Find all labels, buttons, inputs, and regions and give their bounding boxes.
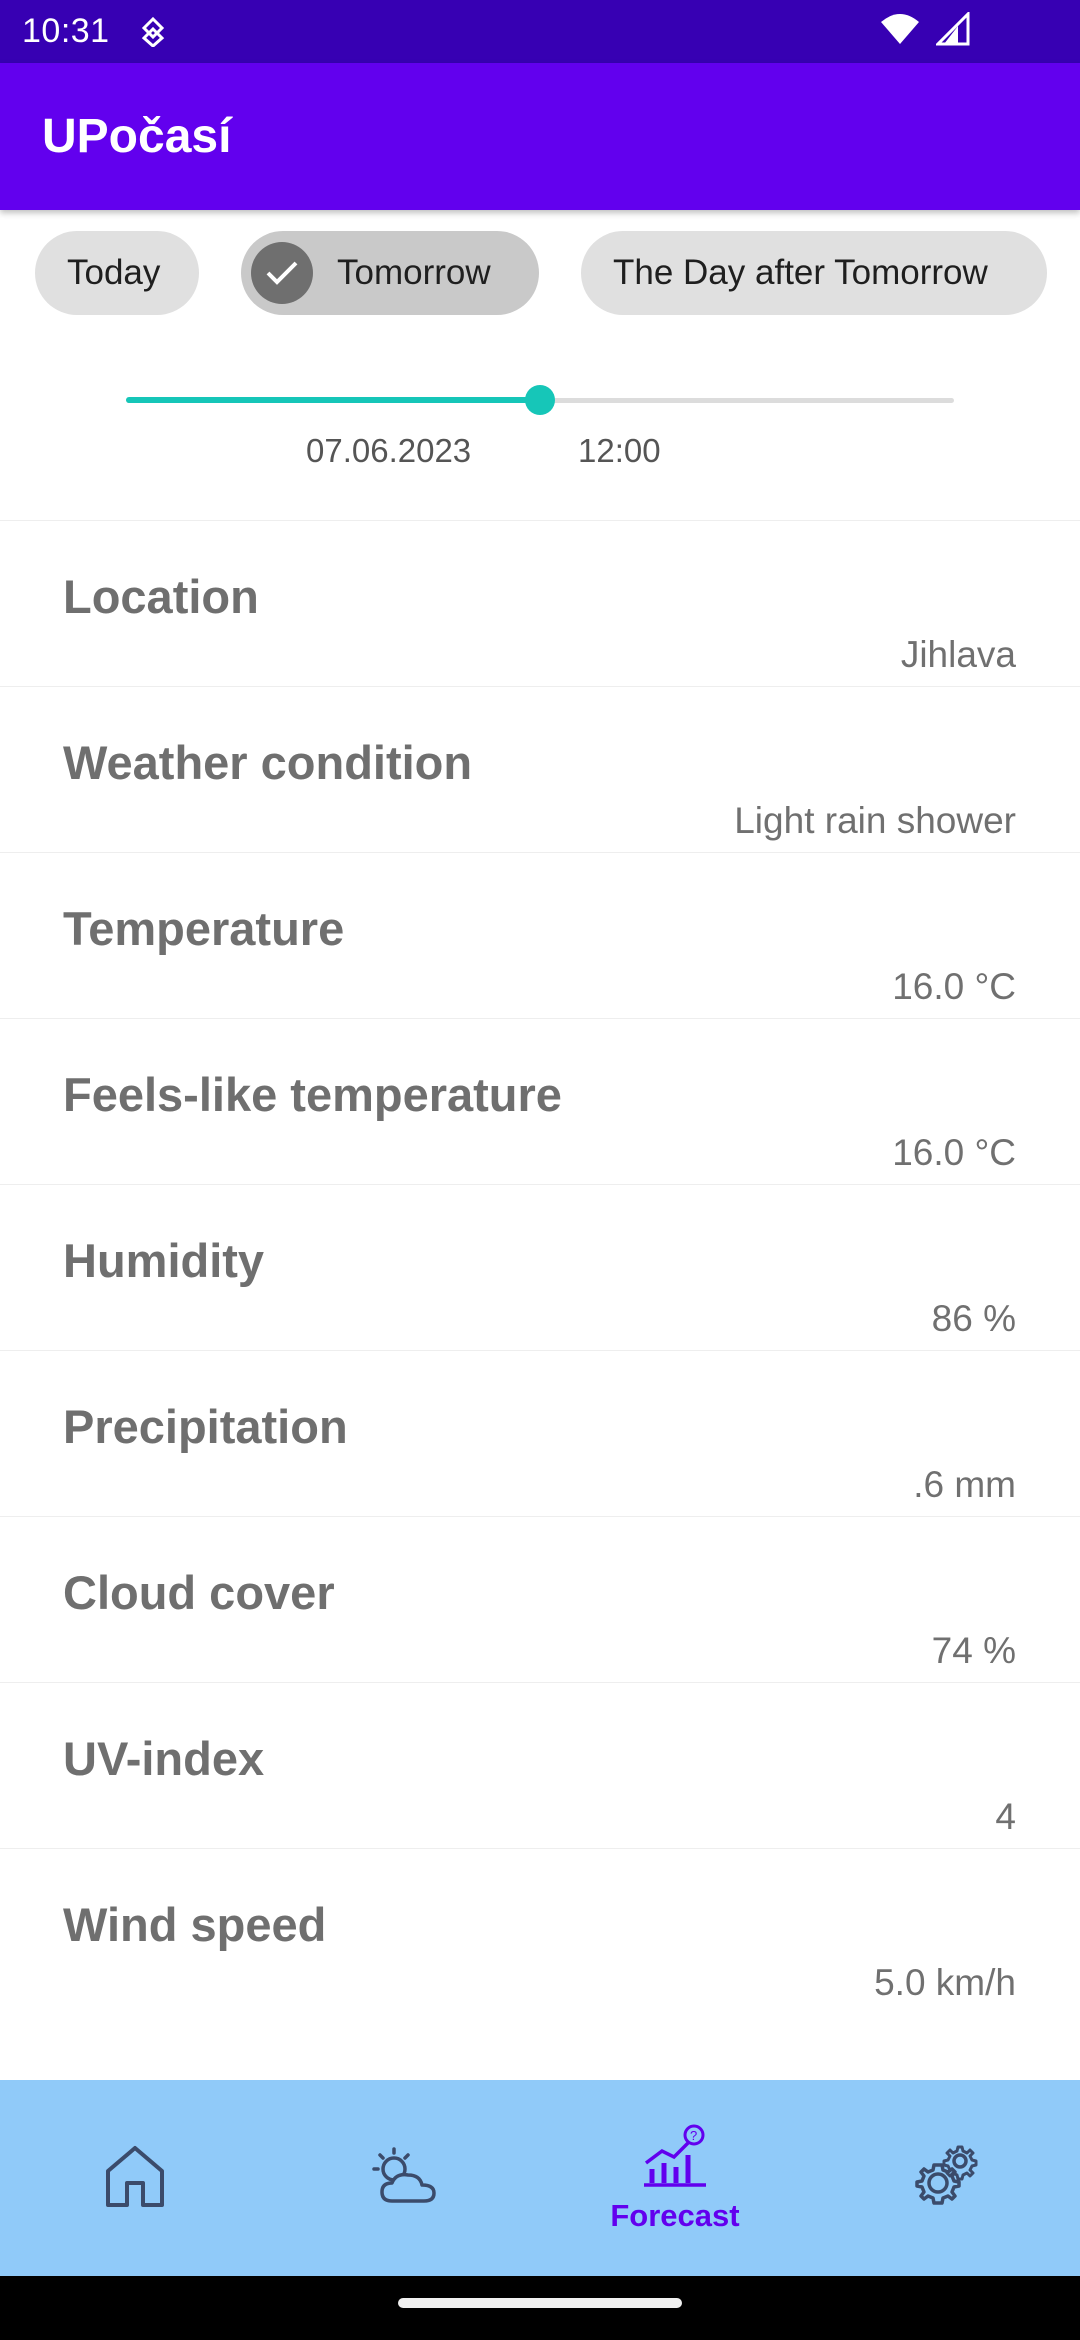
- nav-item-forecast[interactable]: ? Forecast: [540, 2080, 810, 2276]
- row-label: Location: [63, 570, 259, 623]
- row-label: Feels-like temperature: [63, 1068, 562, 1121]
- list-item: Location Jihlava: [0, 520, 1080, 686]
- row-value: 16.0 °C: [892, 966, 1016, 1007]
- wifi-icon: [880, 12, 920, 55]
- row-value: .6 mm: [913, 1464, 1016, 1505]
- row-value: Light rain shower: [734, 800, 1016, 841]
- row-value: 5.0 km/h: [874, 1962, 1016, 2003]
- home-gesture-handle[interactable]: [398, 2298, 682, 2308]
- partly-cloudy-icon: [370, 2145, 440, 2212]
- status-bar: 10:31: [0, 0, 1080, 63]
- row-value: 74 %: [931, 1630, 1016, 1671]
- list-item: UV-index 4: [0, 1682, 1080, 1848]
- row-label: Precipitation: [63, 1400, 348, 1453]
- home-icon: [103, 2143, 167, 2214]
- row-label: Humidity: [63, 1234, 265, 1287]
- list-item: Cloud cover 74 %: [0, 1516, 1080, 1682]
- row-value: 86 %: [931, 1298, 1016, 1339]
- nav-item-forecast-label: Forecast: [610, 2197, 740, 2233]
- app-bar: UPočasí: [0, 63, 1080, 210]
- sync-notification-icon: [140, 16, 166, 47]
- cellular-signal-icon: [934, 10, 970, 55]
- slider-fill: [126, 397, 540, 403]
- check-icon: [251, 242, 313, 304]
- list-item: Precipitation .6 mm: [0, 1350, 1080, 1516]
- row-label: UV-index: [63, 1732, 265, 1785]
- gesture-navigation-bar: [0, 2276, 1080, 2340]
- chip-tomorrow-label: Tomorrow: [337, 253, 491, 292]
- row-value: 16.0 °C: [892, 1132, 1016, 1173]
- list-item: Humidity 86 %: [0, 1184, 1080, 1350]
- list-item: Feels-like temperature 16.0 °C: [0, 1018, 1080, 1184]
- day-chip-group: Today Tomorrow The Day after Tomorrow: [35, 231, 1047, 315]
- app-title: UPočasí: [42, 110, 232, 163]
- list-item: Weather condition Light rain shower: [0, 686, 1080, 852]
- bottom-navigation: ? Forecast: [0, 2080, 1080, 2276]
- list-item: Wind speed 5.0 km/h: [0, 1848, 1080, 2014]
- slider-thumb[interactable]: [525, 385, 555, 415]
- chip-day-after-tomorrow-label: The Day after Tomorrow: [613, 253, 988, 292]
- chip-today-label: Today: [67, 253, 161, 292]
- time-slider[interactable]: [126, 380, 954, 420]
- chip-tomorrow[interactable]: Tomorrow: [241, 231, 539, 315]
- nav-item-current-weather[interactable]: [270, 2080, 540, 2276]
- status-time: 10:31: [22, 12, 110, 50]
- row-label: Temperature: [63, 902, 345, 955]
- nav-item-home[interactable]: [0, 2080, 270, 2276]
- slider-time: 12:00: [578, 432, 661, 469]
- weather-details-list: Location Jihlava Weather condition Light…: [0, 520, 1080, 2014]
- list-item: Temperature 16.0 °C: [0, 852, 1080, 1018]
- svg-text:?: ?: [690, 2128, 697, 2143]
- row-label: Weather condition: [63, 736, 473, 789]
- chip-today[interactable]: Today: [35, 231, 199, 315]
- forecast-chart-icon: ?: [642, 2123, 708, 2192]
- row-label: Cloud cover: [63, 1566, 335, 1619]
- row-value: Jihlava: [900, 634, 1016, 675]
- settings-gear-icon: [912, 2143, 978, 2214]
- row-value: 4: [995, 1796, 1016, 1837]
- row-label: Wind speed: [63, 1898, 327, 1951]
- nav-item-settings[interactable]: [810, 2080, 1080, 2276]
- chip-day-after-tomorrow[interactable]: The Day after Tomorrow: [581, 231, 1047, 315]
- slider-date: 07.06.2023: [306, 432, 472, 469]
